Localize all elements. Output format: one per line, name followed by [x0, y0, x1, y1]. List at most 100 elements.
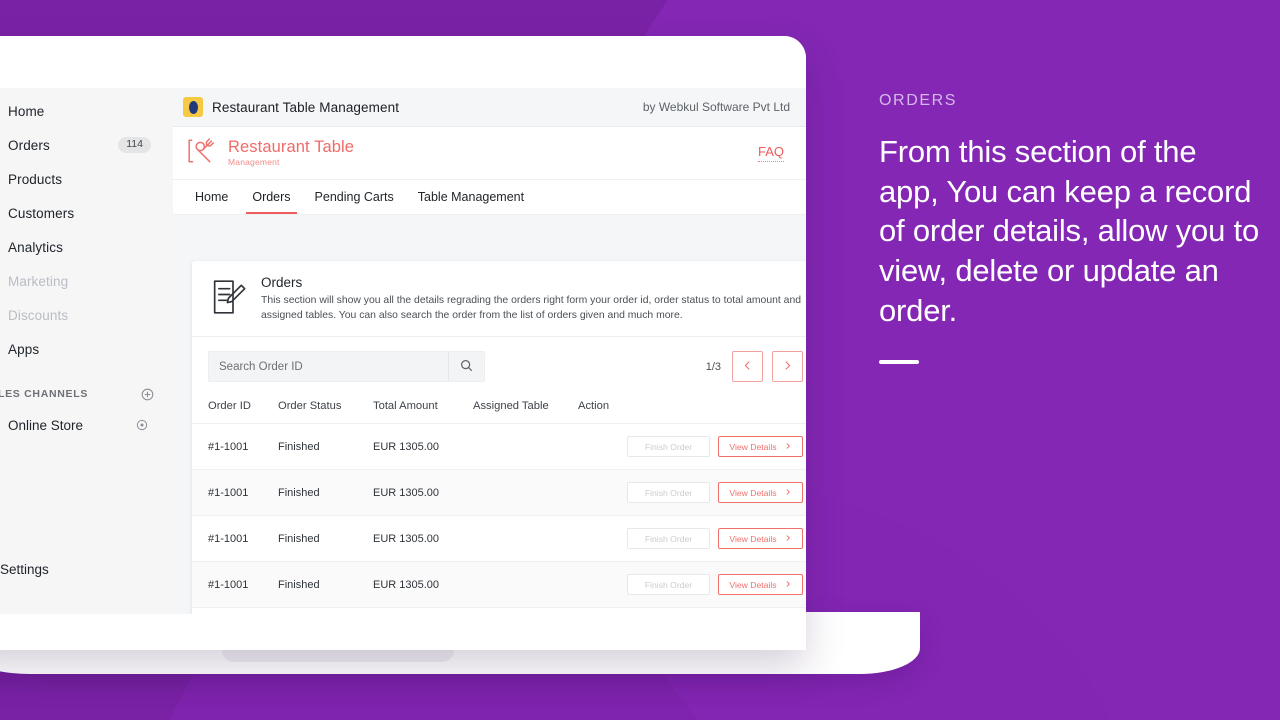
cell-action: Finish Order View Details — [578, 515, 806, 562]
table-row[interactable]: #1-1001 Finished EUR 1305.00 Finish Orde… — [192, 561, 806, 608]
column-header-action: Action — [578, 400, 610, 413]
cell-order-id: #1-1001 — [192, 607, 278, 614]
orders-table-head: Order ID Order Status Total Amount Assig… — [192, 394, 806, 424]
sidebar-item-home[interactable]: Home — [0, 98, 165, 124]
table-row[interactable]: #1-1001 Finished EUR 1305.00 Finish Orde… — [192, 423, 806, 470]
app-logo-icon — [183, 97, 203, 117]
view-details-button[interactable]: View Details — [718, 574, 803, 596]
table-header-row: Order ID Order Status Total Amount Assig… — [192, 394, 806, 424]
app-header: Restaurant Table Management by Webkul So… — [173, 88, 806, 127]
promo-eyebrow: ORDERS — [879, 92, 958, 109]
finish-order-button[interactable]: Finish Order — [627, 436, 710, 458]
cell-assigned-table — [473, 561, 578, 608]
sidebar-item-discounts[interactable]: Discounts — [0, 302, 165, 328]
finish-order-button[interactable]: Finish Order — [627, 482, 710, 504]
cell-order-id: #1-1001 — [192, 469, 278, 516]
tab-orders[interactable]: Orders — [240, 180, 302, 214]
app-tab-bar: Home Orders Pending Carts Table Manageme… — [173, 180, 806, 215]
orders-table-body: #1-1001 Finished EUR 1305.00 Finish Orde… — [192, 423, 806, 614]
shopify-admin-shell: Home Orders 114 Products Customers Analy… — [0, 36, 806, 614]
cell-total-amount: EUR 1305.00 — [373, 423, 473, 470]
pagination-prev-button[interactable] — [732, 351, 763, 383]
cell-total-amount: EUR 1305.00 — [373, 561, 473, 608]
table-row[interactable]: #1-1001 Finished EUR 1305.00 Finish Orde… — [192, 515, 806, 562]
column-header-order-id: Order ID — [208, 400, 251, 413]
tab-table-management[interactable]: Table Management — [406, 180, 536, 214]
screenshot-root: Home Orders 114 Products Customers Analy… — [0, 0, 1280, 720]
sidebar-item-label: Online Store — [8, 417, 84, 433]
tab-home[interactable]: Home — [183, 180, 240, 214]
finish-order-button[interactable]: Finish Order — [627, 528, 710, 550]
cell-action: Finish Order View Details — [578, 607, 806, 614]
cell-order-status: Finished — [278, 561, 373, 608]
cell-action: Finish Order View Details — [578, 469, 806, 516]
tab-pending-carts[interactable]: Pending Carts — [303, 180, 406, 214]
chevron-right-icon — [784, 488, 792, 498]
cutlery-logo-icon — [187, 137, 221, 170]
orders-toolbar: 1/3 — [192, 337, 806, 394]
view-details-button[interactable]: View Details — [718, 482, 803, 504]
sidebar-item-label: Marketing — [8, 273, 69, 289]
finish-order-button[interactable]: Finish Order — [627, 574, 710, 596]
cell-order-status: Finished — [278, 469, 373, 516]
cell-assigned-table — [473, 515, 578, 562]
cell-assigned-table — [473, 423, 578, 470]
sidebar-item-products[interactable]: Products — [0, 166, 165, 192]
orders-card-text: Orders This section will show you all th… — [261, 275, 801, 323]
search-icon — [459, 358, 474, 376]
sidebar-item-label: Analytics — [8, 239, 63, 255]
sidebar-item-customers[interactable]: Customers — [0, 200, 165, 226]
sidebar-item-label: Home — [8, 103, 45, 119]
chevron-right-icon — [781, 359, 794, 375]
app-vendor: by Webkul Software Pvt Ltd — [642, 100, 790, 114]
pagination-count: 1/3 — [705, 360, 721, 373]
sidebar-item-label: Apps — [8, 341, 40, 357]
chevron-right-icon — [784, 442, 792, 452]
preview-store-icon[interactable] — [135, 418, 149, 432]
search-button[interactable] — [448, 352, 484, 382]
sidebar-item-analytics[interactable]: Analytics — [0, 234, 165, 260]
pagination-next-button[interactable] — [772, 351, 803, 383]
promo-divider — [879, 360, 919, 365]
cell-total-amount: EUR 1305.00 — [373, 607, 473, 614]
cell-action: Finish Order View Details — [578, 423, 806, 470]
orders-count-badge: 114 — [118, 137, 151, 153]
embedded-app-area: Restaurant Table Management by Webkul So… — [173, 88, 806, 614]
cell-order-id: #1-1001 — [192, 423, 278, 470]
add-channel-icon[interactable] — [140, 387, 155, 402]
orders-card-header: Orders This section will show you all th… — [192, 261, 806, 338]
chevron-right-icon — [784, 580, 792, 590]
chevron-left-icon — [741, 359, 754, 375]
cell-assigned-table — [473, 607, 578, 614]
admin-sidebar: Home Orders 114 Products Customers Analy… — [0, 88, 174, 614]
search-input[interactable] — [209, 352, 448, 382]
sidebar-item-label: Products — [8, 171, 63, 187]
cell-order-id: #1-1001 — [192, 561, 278, 608]
view-details-button[interactable]: View Details — [718, 528, 803, 550]
view-details-label: View Details — [729, 487, 777, 498]
cell-total-amount: EUR 1305.00 — [373, 515, 473, 562]
column-header-assigned-table: Assigned Table — [473, 400, 549, 413]
orders-card: Orders This section will show you all th… — [192, 261, 806, 614]
table-row[interactable]: #1-1001 Finished EUR 1305.00 Finish Orde… — [192, 607, 806, 614]
brand-lockup: Restaurant Table Management — [187, 137, 354, 170]
faq-link[interactable]: FAQ — [757, 144, 784, 162]
pagination: 1/3 — [705, 351, 803, 383]
sidebar-item-apps[interactable]: Apps — [0, 336, 165, 362]
cell-order-status: Finished — [278, 515, 373, 562]
cell-order-status: Finished — [278, 607, 373, 614]
promo-headline: From this section of the app, You can ke… — [879, 134, 1259, 328]
table-row[interactable]: #1-1001 Finished EUR 1305.00 Finish Orde… — [192, 469, 806, 516]
sidebar-nav-list: Home Orders 114 Products Customers Analy… — [0, 88, 173, 362]
view-details-button[interactable]: View Details — [718, 436, 803, 458]
cell-order-id: #1-1001 — [192, 515, 278, 562]
view-details-label: View Details — [729, 579, 777, 590]
sidebar-item-online-store[interactable]: Online Store — [0, 412, 165, 438]
sidebar-item-label: Discounts — [8, 307, 69, 323]
sidebar-item-settings[interactable]: Settings — [0, 561, 173, 578]
sidebar-item-label: Settings — [0, 562, 49, 577]
sidebar-item-orders[interactable]: Orders 114 — [0, 132, 165, 158]
view-details-label: View Details — [729, 533, 777, 544]
sidebar-item-marketing[interactable]: Marketing — [0, 268, 165, 294]
sidebar-item-label: Orders — [8, 137, 50, 153]
